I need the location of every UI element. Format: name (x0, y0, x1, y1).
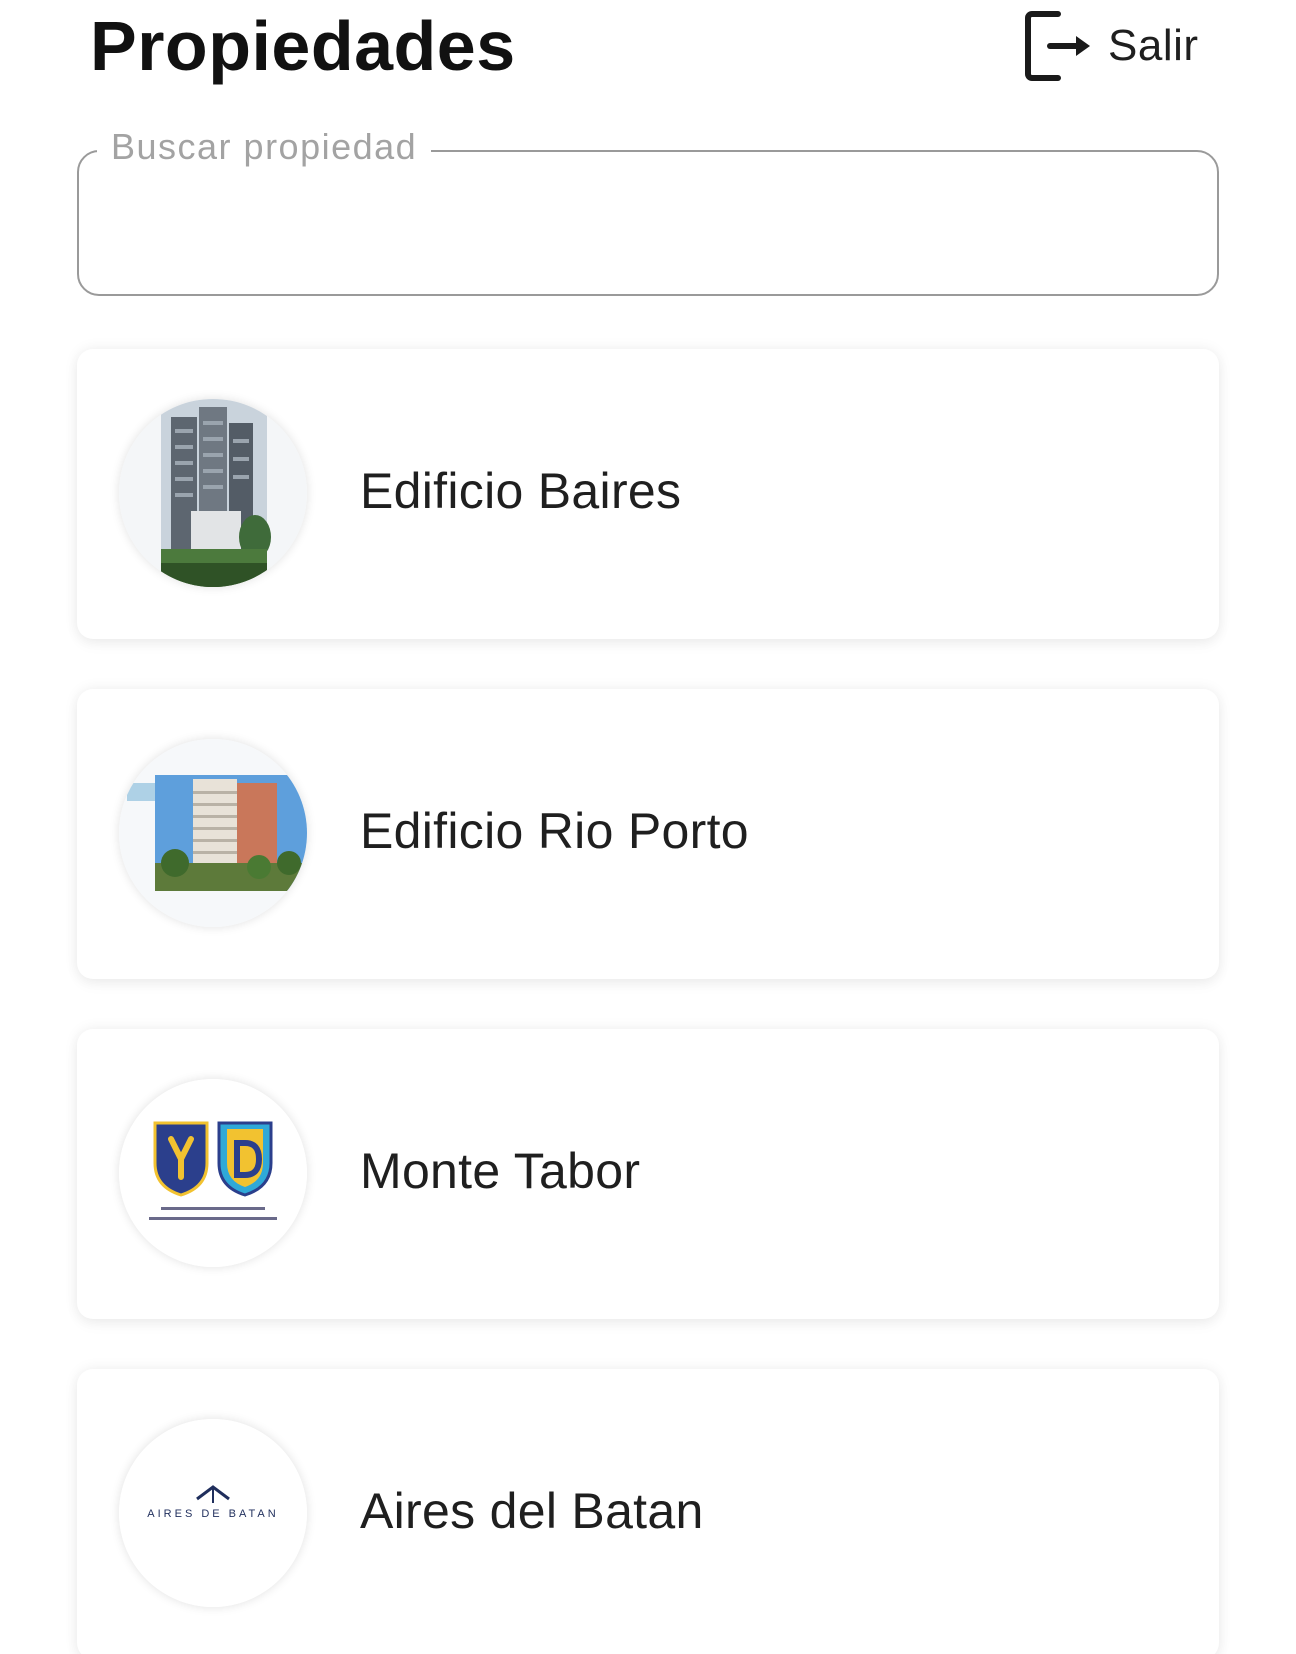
property-avatar (119, 739, 307, 927)
property-list: Edificio Baires Edificio Rio Porto Monte… (0, 0, 1296, 1654)
property-card[interactable]: AIRES DE BATAN Aires del Batan (77, 1369, 1219, 1654)
aires-del-batan-logo: AIRES DE BATAN (119, 1419, 307, 1607)
school-crests-logo (119, 1079, 307, 1267)
property-name: Edificio Baires (360, 463, 682, 519)
property-card[interactable]: Monte Tabor (77, 1029, 1219, 1319)
building-photo (119, 739, 307, 927)
property-name: Edificio Rio Porto (360, 803, 749, 859)
property-name: Aires del Batan (360, 1483, 704, 1539)
property-card[interactable]: Edificio Rio Porto (77, 689, 1219, 979)
property-avatar (119, 399, 307, 587)
property-avatar (119, 1079, 307, 1267)
building-photo (119, 399, 307, 587)
property-card[interactable]: Edificio Baires (77, 349, 1219, 639)
property-avatar: AIRES DE BATAN (119, 1419, 307, 1607)
property-name: Monte Tabor (360, 1143, 641, 1199)
properties-page: Propiedades Salir Buscar propiedad Edifi… (0, 0, 1296, 1654)
aires-del-batan-logo-text: AIRES DE BATAN (147, 1508, 278, 1520)
